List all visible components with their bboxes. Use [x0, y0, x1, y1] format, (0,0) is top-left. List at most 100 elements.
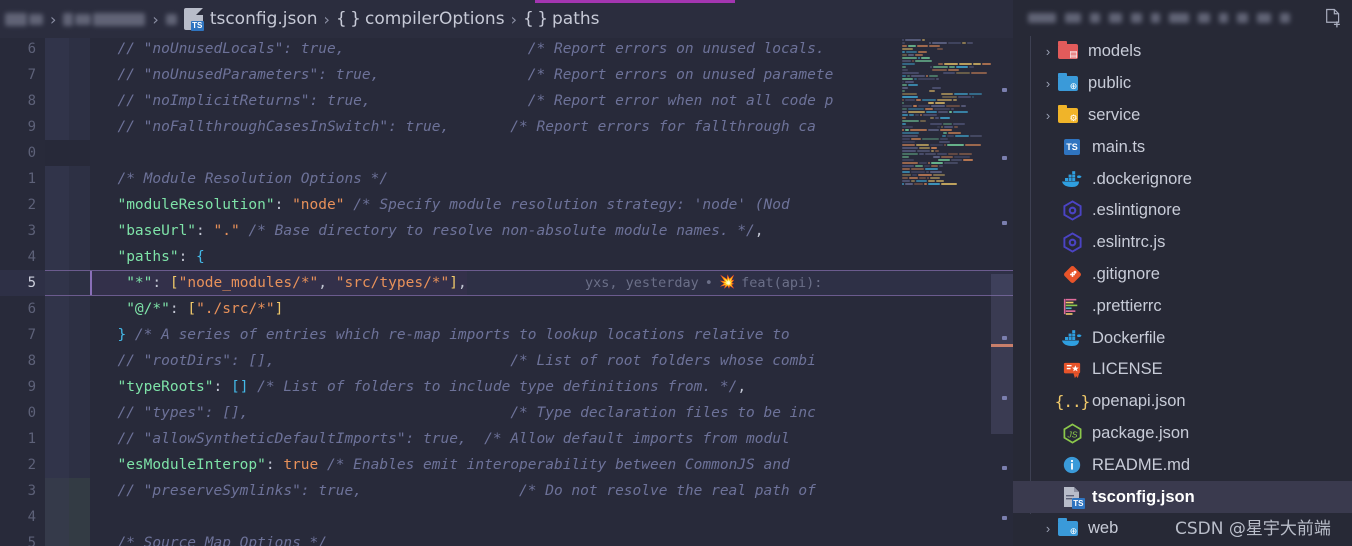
git-icon	[1061, 263, 1083, 285]
code-line[interactable]: 8 // "rootDirs": [], /* List of root fol…	[0, 348, 1013, 374]
minimap-token	[913, 105, 917, 107]
explorer-item-service[interactable]: › ⚙ service	[1013, 100, 1352, 132]
explorer-header-redacted-chip	[1219, 13, 1228, 23]
gutter-fold-region[interactable]	[69, 88, 90, 114]
git-blame-annotation[interactable]: yxs, yesterday • 💥 feat(api):	[585, 270, 822, 296]
minimap-token	[916, 99, 921, 101]
minimap-token	[915, 60, 932, 62]
minimap-token	[949, 111, 952, 113]
breadcrumb-item-file[interactable]: tsconfig.json	[183, 8, 318, 31]
code-token: /* List of folders to include type defin…	[248, 379, 738, 395]
gutter-fold-region[interactable]	[69, 348, 90, 374]
minimap-token	[948, 42, 961, 44]
breadcrumb-redacted-chip	[63, 12, 74, 26]
gutter-fold-region[interactable]	[69, 400, 90, 426]
breadcrumb[interactable]: ›› tsconfig.json › { } compilerOptions ›…	[0, 0, 1013, 38]
code-line[interactable]: 6 // "noUnusedLocals": true, /* Report e…	[0, 36, 1013, 62]
code-line[interactable]: 1 /* Module Resolution Options */	[0, 166, 1013, 192]
minimap[interactable]	[899, 36, 991, 191]
code-line[interactable]: 7 } /* A series of entries which re-map …	[0, 322, 1013, 348]
minimap-token	[965, 144, 981, 146]
explorer-header-redacted-chip	[1257, 13, 1271, 23]
code-line[interactable]: 6 "@/*": ["./src/*"]	[0, 296, 1013, 322]
gutter-decoration	[45, 322, 69, 348]
gutter-fold-region[interactable]	[69, 478, 90, 504]
gutter-fold-region[interactable]	[69, 504, 90, 530]
gutter-fold-region[interactable]	[69, 452, 90, 478]
gutter-fold-region[interactable]	[69, 270, 90, 296]
explorer-item-openapi-json[interactable]: {..} openapi.json	[1013, 386, 1352, 418]
chevron-right-icon[interactable]: ›	[1039, 44, 1057, 59]
gutter-fold-region[interactable]	[69, 62, 90, 88]
minimap-token	[955, 135, 969, 137]
code-editor[interactable]: 6 // "noUnusedLocals": true, /* Report e…	[0, 36, 1013, 546]
code-line[interactable]: 8 // "noImplicitReturns": true, /* Repor…	[0, 88, 1013, 114]
explorer-item-dockerignore[interactable]: .dockerignore	[1013, 163, 1352, 195]
gutter-fold-region[interactable]	[69, 192, 90, 218]
gutter-decoration	[45, 192, 69, 218]
minimap-token	[902, 141, 915, 143]
gutter-fold-region[interactable]	[69, 166, 90, 192]
code-line[interactable]: 9 "typeRoots": [] /* List of folders to …	[0, 374, 1013, 400]
code-line[interactable]: 2 "esModuleInterop": true /* Enables emi…	[0, 452, 1013, 478]
info-icon	[1061, 454, 1083, 476]
explorer-item-tsconfig-json[interactable]: TS tsconfig.json	[1013, 481, 1352, 513]
explorer-item-prettierrc[interactable]: .prettierrc	[1013, 290, 1352, 322]
explorer-item-readme-md[interactable]: README.md	[1013, 449, 1352, 481]
gutter-fold-region[interactable]	[69, 140, 90, 166]
code-line[interactable]: 4 "paths": {	[0, 244, 1013, 270]
code-line[interactable]: 3 // "preserveSymlinks": true, /* Do not…	[0, 478, 1013, 504]
gutter-decoration	[45, 530, 69, 546]
explorer-item-main-ts[interactable]: TS main.ts	[1013, 131, 1352, 163]
code-line[interactable]: 2 "moduleResolution": "node" /* Specify …	[0, 192, 1013, 218]
gutter-fold-region[interactable]	[69, 114, 90, 140]
minimap-token	[925, 153, 936, 155]
code-line[interactable]: 4	[0, 504, 1013, 530]
code-line[interactable]: 0	[0, 140, 1013, 166]
minimap-token	[931, 165, 938, 167]
code-line[interactable]: 1 // "allowSyntheticDefaultImports": tru…	[0, 426, 1013, 452]
explorer-item-eslintrc-js[interactable]: .eslintrc.js	[1013, 227, 1352, 259]
overview-ruler[interactable]	[999, 36, 1013, 546]
gutter-fold-region[interactable]	[69, 322, 90, 348]
gutter-decoration	[45, 166, 69, 192]
gutter-fold-region[interactable]	[69, 530, 90, 546]
minimap-token	[902, 78, 913, 80]
minimap-token	[930, 144, 943, 146]
explorer-item-gitignore[interactable]: .gitignore	[1013, 259, 1352, 291]
ruler-tick	[1002, 466, 1007, 470]
code-line[interactable]: 3 "baseUrl": "." /* Base directory to re…	[0, 218, 1013, 244]
gutter-fold-region[interactable]	[69, 374, 90, 400]
code-line[interactable]: 0 // "types": [], /* Type declaration fi…	[0, 400, 1013, 426]
code-line[interactable]: 7 // "noUnusedParameters": true, /* Repo…	[0, 62, 1013, 88]
code-line[interactable]: 5 /* Source Map Options */	[0, 530, 1013, 546]
explorer-header-redacted-chip	[1151, 13, 1160, 23]
gutter-fold-region[interactable]	[69, 244, 90, 270]
breadcrumb-item-paths[interactable]: { } paths	[523, 9, 600, 29]
minimap-token	[911, 171, 925, 173]
gutter-fold-region[interactable]	[69, 296, 90, 322]
code-line[interactable]: 5 "*": ["node_modules/*", "src/types/*"]…	[0, 270, 1013, 296]
explorer-item-dockerfile[interactable]: Dockerfile	[1013, 322, 1352, 354]
explorer-item-models[interactable]: › ▤ models	[1013, 36, 1352, 68]
explorer-item-eslintignore[interactable]: .eslintignore	[1013, 195, 1352, 227]
breadcrumb-redacted-path[interactable]: › ›	[0, 10, 178, 29]
gutter-fold-region[interactable]	[69, 426, 90, 452]
gutter-fold-region[interactable]	[69, 36, 90, 62]
minimap-token	[937, 126, 940, 128]
chevron-right-icon[interactable]: ›	[1039, 521, 1057, 536]
minimap-token	[954, 126, 958, 128]
explorer-file-list[interactable]: › ▤ models › ⊕ public › ⚙ service TS main.ts .docke…	[1013, 36, 1352, 545]
chevron-right-icon[interactable]: ›	[1039, 76, 1057, 91]
explorer-item-license[interactable]: LICENSE	[1013, 354, 1352, 386]
explorer-item-package-json[interactable]: JS package.json	[1013, 418, 1352, 450]
explorer-item-public[interactable]: › ⊕ public	[1013, 68, 1352, 100]
gutter-fold-region[interactable]	[69, 218, 90, 244]
breadcrumb-item-compileroptions[interactable]: { } compilerOptions	[336, 9, 505, 29]
minimap-token	[938, 111, 948, 113]
new-file-icon[interactable]	[1325, 8, 1342, 28]
code-line[interactable]: 9 // "noFallthroughCasesInSwitch": true,…	[0, 114, 1013, 140]
chevron-right-icon[interactable]: ›	[1039, 108, 1057, 123]
minimap-token	[943, 72, 955, 74]
minimap-token	[906, 51, 917, 53]
